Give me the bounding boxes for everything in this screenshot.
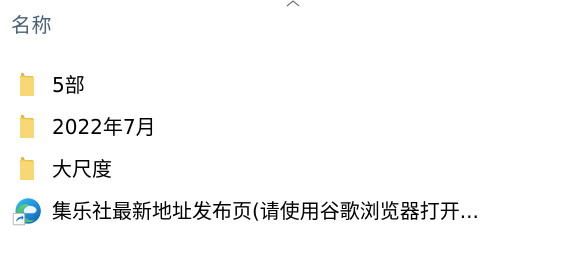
file-name: 2022年7月 xyxy=(52,115,156,139)
list-item-folder-dachidu[interactable]: 大尺度 xyxy=(0,148,567,190)
name-column-header[interactable]: 名称 xyxy=(11,9,52,41)
file-list: 5部 2022年7月 大尺度 集乐社最新地址发布页(请使用谷歌浏览器打开... xyxy=(0,64,567,232)
list-item-edge-shortcut[interactable]: 集乐社最新地址发布页(请使用谷歌浏览器打开... xyxy=(0,190,567,232)
file-name: 集乐社最新地址发布页(请使用谷歌浏览器打开... xyxy=(52,199,479,223)
file-name: 5部 xyxy=(52,73,85,97)
list-item-folder-5bu[interactable]: 5部 xyxy=(0,64,567,106)
file-name: 大尺度 xyxy=(52,157,112,181)
edge-shortcut-icon xyxy=(12,198,41,226)
folder-icon xyxy=(20,157,34,180)
file-explorer-pane: 名称 5部 2022年7月 大尺度 集乐社最新地址发布页(请使用谷歌浏览器打开.… xyxy=(0,0,567,263)
sort-ascending-caret-icon[interactable] xyxy=(286,0,300,7)
list-item-folder-2022-07[interactable]: 2022年7月 xyxy=(0,106,567,148)
folder-icon xyxy=(20,73,34,96)
folder-icon xyxy=(20,115,34,138)
